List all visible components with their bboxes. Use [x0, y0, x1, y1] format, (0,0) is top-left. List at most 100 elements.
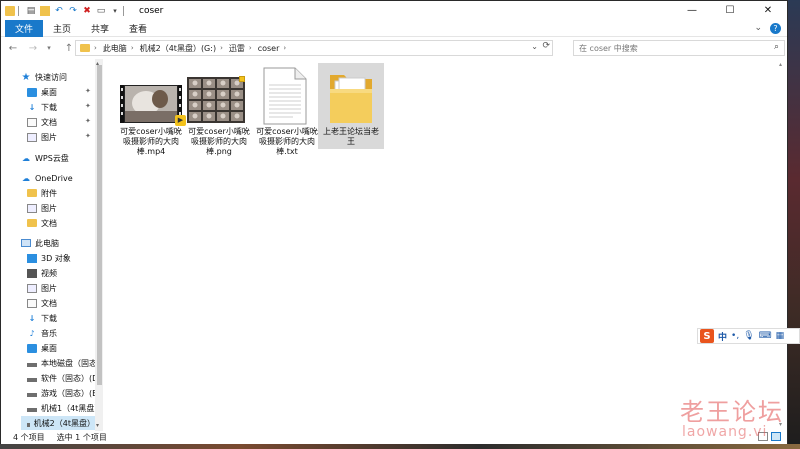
ime-mode-label[interactable]: 中: [718, 330, 727, 343]
large-icons-view-button[interactable]: [771, 432, 781, 441]
search-input[interactable]: 在 coser 中搜索 ⌕: [573, 40, 785, 56]
folder-icon: [80, 44, 90, 52]
help-icon[interactable]: ?: [770, 23, 781, 34]
tab-share[interactable]: 共享: [81, 20, 119, 37]
sidebar-item-pictures[interactable]: 图片: [27, 130, 57, 144]
folder-item[interactable]: 上老王论坛当老 王: [318, 63, 384, 149]
drive-icon: [27, 377, 37, 382]
breadcrumb-coser[interactable]: coser: [258, 44, 280, 53]
sidebar-item-onedrive-pictures[interactable]: 图片: [27, 201, 57, 215]
sidebar-item-pc-pictures[interactable]: 图片: [27, 281, 57, 295]
breadcrumb-xunlei[interactable]: 迅雷: [229, 43, 245, 54]
toolbar-divider: [123, 5, 124, 16]
back-button[interactable]: ←: [5, 40, 21, 56]
file-item-image[interactable]: 可爱coser小嘴吮 吸摄影师的大肉 棒.png: [185, 63, 253, 167]
undo-icon[interactable]: ↶: [54, 6, 64, 16]
chevron-down-icon[interactable]: ▾: [110, 6, 120, 16]
breadcrumb-separator: ›: [220, 44, 223, 52]
sidebar-item-videos[interactable]: 视频: [27, 266, 57, 280]
address-bar[interactable]: › 此电脑 › 机械2（4t黑盘）(G:) › 迅雷 › coser › ⌄ ⟳: [75, 40, 553, 56]
sidebar-item-wps-cloud[interactable]: ☁ WPS云盘: [21, 151, 69, 165]
pin-icon: ✦: [85, 87, 91, 95]
computer-icon: [21, 239, 31, 247]
delete-icon[interactable]: ✖: [82, 6, 92, 16]
tab-home[interactable]: 主页: [43, 20, 81, 37]
drive-icon: [27, 362, 37, 367]
rename-icon[interactable]: ▭: [96, 6, 106, 16]
toolbar-divider: [18, 5, 19, 16]
minimize-button[interactable]: —: [673, 1, 711, 20]
breadcrumb-separator: ›: [130, 44, 134, 52]
scroll-down-icon[interactable]: ▾: [96, 422, 99, 429]
apps-grid-icon[interactable]: ▦: [776, 331, 785, 341]
folder-icon: [326, 69, 376, 125]
item-count: 4 个项目: [13, 433, 45, 442]
forward-button[interactable]: →: [25, 40, 41, 56]
sidebar-item-onedrive-documents[interactable]: 文档: [27, 216, 57, 230]
microphone-icon[interactable]: 🎙︎: [743, 331, 754, 341]
download-icon: ↓: [28, 313, 36, 323]
close-button[interactable]: ✕: [749, 1, 787, 20]
tab-file[interactable]: 文件: [5, 19, 44, 37]
video-icon: [27, 268, 37, 278]
expand-ribbon-icon[interactable]: ⌄: [754, 23, 762, 34]
sidebar-item-drive-c[interactable]: 本地磁盘（固态: [27, 356, 97, 370]
sidebar-item-pc-desktop[interactable]: 桌面: [27, 341, 57, 355]
desktop-background: [788, 0, 800, 449]
content-scrollbar[interactable]: ▴ ▾: [777, 59, 787, 431]
file-explorer-window: ▤ ↶ ↷ ✖ ▭ ▾ coser — ☐ ✕ 文件 主页 共享 查看 ⌄ ? …: [0, 0, 788, 444]
scroll-up-icon[interactable]: ▴: [779, 61, 782, 68]
sidebar-item-this-pc[interactable]: 此电脑: [21, 236, 59, 250]
music-icon: ♪: [29, 328, 35, 338]
navigation-pane: ★ 快速访问 桌面 ✦ ↓ 下载 ✦ 文档 ✦ 图片 ✦ ☁ WPS云盘 ☁ OneDr…: [1, 59, 103, 431]
search-icon: ⌕: [773, 42, 779, 52]
file-name: 可爱coser小嘴吮 吸摄影师的大肉 棒.txt: [256, 127, 318, 156]
drive-icon: [27, 422, 30, 427]
picture-icon: [27, 132, 37, 142]
sidebar-item-3d-objects[interactable]: 3D 对象: [27, 251, 71, 265]
tab-view[interactable]: 查看: [119, 20, 157, 37]
maximize-button[interactable]: ☐: [711, 1, 749, 20]
keyboard-icon[interactable]: ⌨: [759, 331, 772, 341]
sidebar-item-downloads[interactable]: ↓ 下载: [27, 100, 57, 114]
sidebar-item-drive-d[interactable]: 软件（固态）(D: [27, 371, 98, 385]
breadcrumb-this-pc[interactable]: 此电脑: [103, 43, 127, 54]
address-dropdown-icon[interactable]: ⌄: [531, 42, 538, 51]
new-folder-icon[interactable]: [40, 5, 50, 16]
redo-icon[interactable]: ↷: [68, 6, 78, 16]
refresh-icon[interactable]: ⟳: [542, 41, 550, 51]
desktop-taskbar-edge: [0, 444, 800, 449]
properties-icon[interactable]: ▤: [26, 6, 36, 16]
sidebar-item-pc-downloads[interactable]: ↓ 下载: [27, 311, 57, 325]
recent-locations-button[interactable]: ▾: [41, 40, 57, 56]
sidebar-item-quick-access[interactable]: ★ 快速访问: [21, 70, 67, 84]
sidebar-item-pc-documents[interactable]: 文档: [27, 296, 57, 310]
desktop-icon: [27, 343, 37, 353]
sidebar-item-drive-f[interactable]: 机械1（4t黑盘）: [27, 401, 102, 415]
sidebar-item-drive-e[interactable]: 游戏（固态）(E: [27, 386, 97, 400]
breadcrumb-drive[interactable]: 机械2（4t黑盘）(G:): [140, 43, 216, 54]
sidebar-scrollbar-thumb[interactable]: [97, 65, 102, 385]
file-name: 可爱coser小嘴吮 吸摄影师的大肉 棒.mp4: [120, 127, 182, 156]
drive-icon: [27, 392, 37, 397]
ime-toolbar[interactable]: S 中 •, 🎙︎ ⌨ ▦: [697, 328, 800, 344]
watermark-title: 老王论坛: [680, 398, 784, 426]
status-bar: 4 个项目 选中 1 个项目: [1, 431, 787, 444]
sidebar-item-desktop[interactable]: 桌面: [27, 85, 57, 99]
folder-icon: [27, 189, 37, 197]
title-bar: ▤ ↶ ↷ ✖ ▭ ▾ coser — ☐ ✕: [1, 1, 787, 20]
sidebar-item-onedrive[interactable]: ☁ OneDrive: [21, 171, 73, 185]
punctuation-icon[interactable]: •,: [731, 331, 739, 341]
sidebar-item-documents[interactable]: 文档: [27, 115, 57, 129]
breadcrumb-separator: ›: [283, 44, 287, 52]
file-item-video[interactable]: ▶ 可爱coser小嘴吮 吸摄影师的大肉 棒.mp4: [117, 63, 186, 167]
sidebar-item-music[interactable]: ♪ 音乐: [27, 326, 57, 340]
sidebar-item-attachments[interactable]: 附件: [27, 186, 57, 200]
sogou-logo-icon[interactable]: S: [700, 329, 714, 343]
ribbon-tabs: 文件 主页 共享 查看 ⌄ ?: [1, 19, 787, 37]
folder-icon: [27, 219, 37, 227]
scroll-up-icon[interactable]: ▴: [96, 60, 99, 67]
file-item-text[interactable]: 可爱coser小嘴吮 吸摄影师的大肉 棒.txt: [253, 63, 321, 167]
window-title: coser: [139, 5, 164, 16]
sidebar-item-drive-g[interactable]: 机械2（4t黑盘）: [21, 416, 95, 430]
